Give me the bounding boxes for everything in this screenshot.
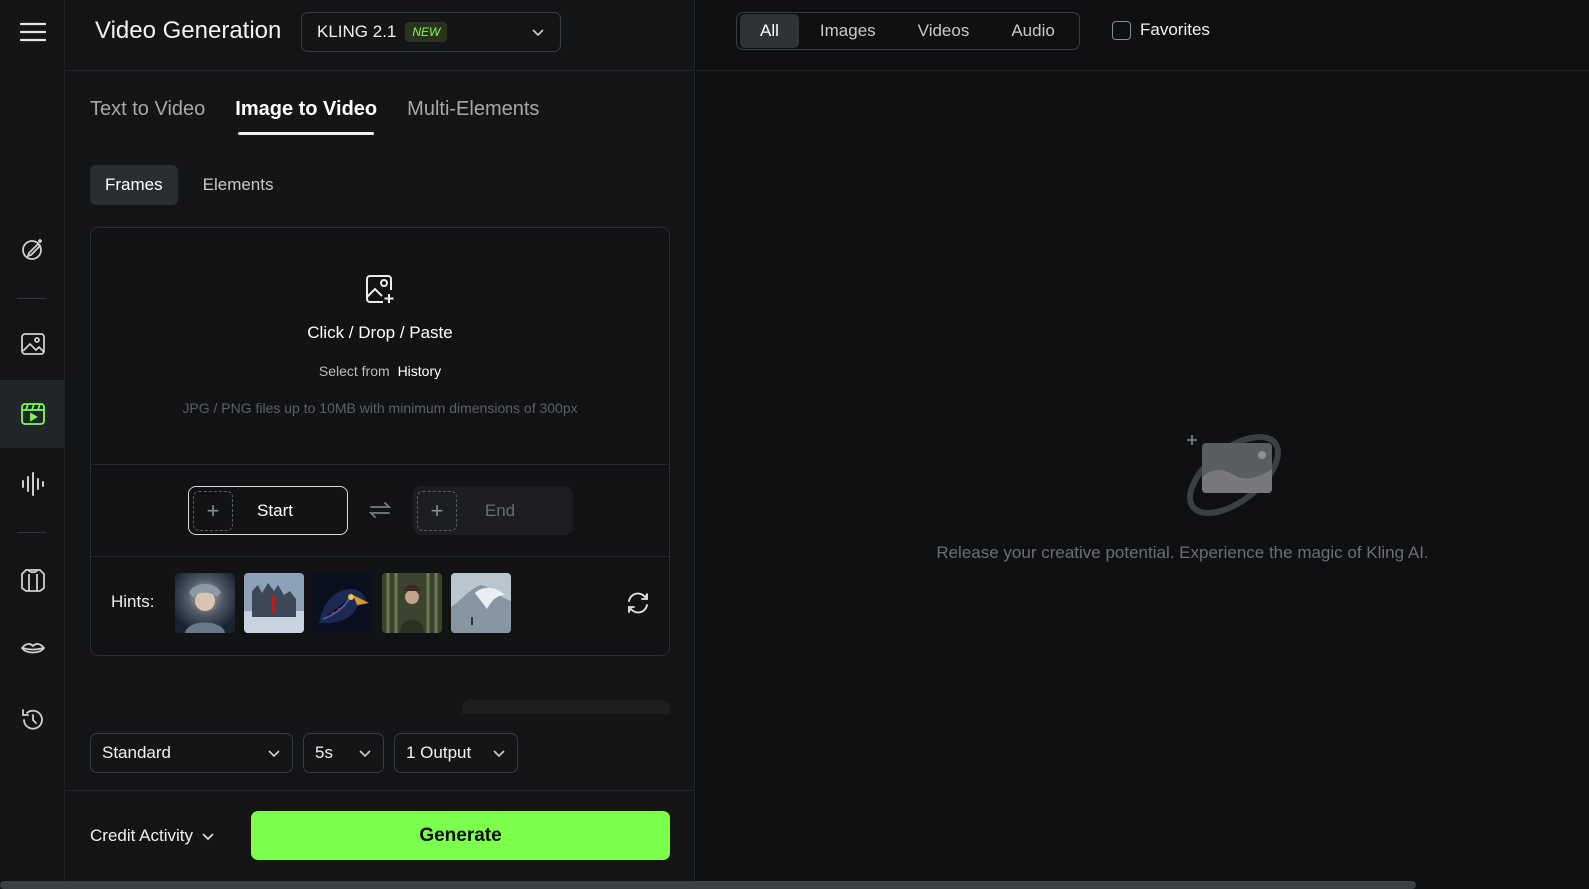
tab-multi-elements[interactable]: Multi-Elements [407, 98, 539, 135]
page-title: Video Generation [95, 17, 282, 44]
upload-title: Click / Drop / Paste [307, 323, 453, 342]
faded-settings-row [90, 700, 670, 714]
filter-audio[interactable]: Audio [990, 14, 1075, 48]
video-icon[interactable] [0, 380, 65, 448]
mode-value: Standard [102, 743, 171, 762]
start-frame-label: Start [257, 500, 293, 520]
file-requirements: JPG / PNG files up to 10MB with minimum … [182, 400, 578, 416]
subtab-frames[interactable]: Frames [90, 165, 178, 205]
divider [91, 464, 669, 465]
chevron-down-icon [202, 833, 214, 841]
filter-all[interactable]: All [740, 14, 799, 48]
generate-button[interactable]: Generate [251, 811, 670, 860]
tab-image-to-video[interactable]: Image to Video [235, 98, 377, 135]
history-icon[interactable] [0, 697, 65, 743]
plus-icon: + [417, 490, 457, 531]
media-filter-group: All Images Videos Audio [736, 12, 1080, 50]
end-frame-label: End [484, 500, 516, 520]
hint-thumbnail[interactable] [382, 573, 442, 633]
refresh-icon[interactable] [625, 590, 651, 616]
tab-text-to-video[interactable]: Text to Video [90, 98, 205, 135]
credit-activity-dropdown[interactable]: Credit Activity [90, 826, 215, 846]
menu-icon[interactable] [0, 9, 65, 55]
hint-thumbnail[interactable] [244, 573, 304, 633]
upload-dropzone[interactable]: Click / Drop / Paste Select from History… [90, 227, 670, 656]
empty-state-text: Release your creative potential. Experie… [936, 543, 1429, 562]
filter-videos[interactable]: Videos [897, 14, 991, 48]
output-count-value: 1 Output [406, 743, 472, 762]
divider [91, 556, 669, 557]
subtab-elements[interactable]: Elements [188, 165, 289, 205]
chevron-down-icon [359, 750, 371, 758]
filter-images[interactable]: Images [799, 14, 897, 48]
panel-header: Video Generation KLING 2.1 NEW [65, 0, 695, 71]
favorites-label: Favorites [1140, 20, 1210, 39]
credit-activity-label: Credit Activity [90, 826, 193, 845]
empty-gallery-icon [1187, 433, 1281, 517]
hint-thumbnail[interactable] [175, 573, 235, 633]
duration-dropdown[interactable]: 5s [303, 733, 384, 773]
audio-wave-icon[interactable] [0, 461, 65, 507]
end-frame-button[interactable]: + End [413, 486, 573, 535]
horizontal-scrollbar[interactable] [0, 881, 1416, 889]
duration-value: 5s [315, 743, 333, 762]
new-badge: NEW [405, 22, 448, 42]
chevron-down-icon [493, 750, 505, 758]
hints-label: Hints: [111, 592, 155, 611]
model-name: KLING 2.1 [317, 22, 397, 41]
image-icon[interactable] [0, 321, 65, 367]
divider [65, 790, 695, 791]
hint-thumbnail[interactable] [451, 573, 511, 633]
hint-thumbnail[interactable] [313, 573, 373, 633]
chevron-down-icon [268, 750, 280, 758]
select-from-label: Select from [318, 363, 390, 379]
lips-icon[interactable] [0, 626, 65, 672]
favorites-toggle[interactable]: Favorites [1112, 20, 1210, 40]
mode-dropdown[interactable]: Standard [90, 733, 293, 773]
plus-icon: + [193, 490, 233, 531]
swap-icon[interactable] [368, 498, 392, 522]
generation-panel: Video Generation KLING 2.1 NEW Text to V… [65, 0, 695, 889]
sub-tabs: Frames Elements [90, 165, 289, 205]
left-rail [0, 0, 65, 889]
mode-tabs: Text to Video Image to Video Multi-Eleme… [90, 98, 539, 135]
shirt-icon[interactable] [0, 557, 65, 603]
start-frame-button[interactable]: + Start [188, 486, 348, 535]
edit-sparkle-icon[interactable] [0, 226, 65, 272]
add-image-icon [366, 275, 394, 303]
filter-bar: All Images Videos Audio Favorites [696, 0, 1589, 71]
favorites-checkbox[interactable] [1112, 20, 1131, 40]
results-area: All Images Videos Audio Favorites Releas… [696, 0, 1589, 889]
model-select[interactable]: KLING 2.1 NEW [301, 12, 561, 52]
select-from-line: Select from History [91, 363, 669, 379]
history-link[interactable]: History [398, 363, 442, 379]
chevron-down-icon [532, 29, 544, 37]
output-count-dropdown[interactable]: 1 Output [394, 733, 518, 773]
